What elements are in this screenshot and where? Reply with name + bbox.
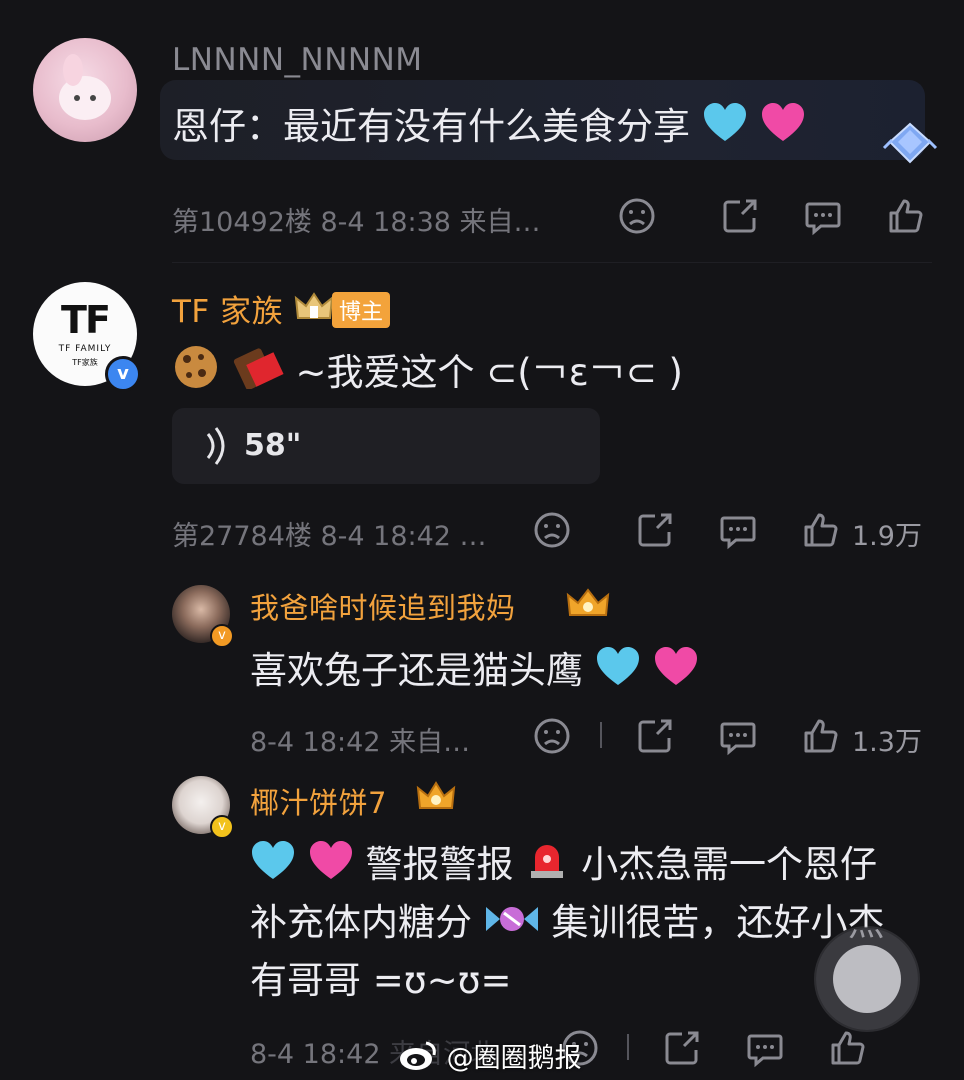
dislike-face-icon[interactable]	[617, 196, 657, 236]
username[interactable]: 椰汁饼饼7	[250, 780, 387, 822]
pink-heart-icon	[761, 103, 804, 141]
voice-duration: 58"	[244, 428, 302, 463]
crown-level-icon	[566, 587, 610, 625]
crown-level-icon	[416, 780, 456, 818]
crown-level-icon	[294, 290, 334, 328]
share-icon[interactable]	[635, 510, 675, 550]
weibo-logo-icon	[400, 1041, 436, 1070]
comment-text: ~我爱这个 ⊂(￢ε￢⊂ )	[172, 342, 683, 396]
share-icon[interactable]	[635, 716, 675, 756]
comment-icon[interactable]	[803, 196, 843, 236]
dislike-face-icon[interactable]	[532, 510, 572, 550]
blue-heart-icon	[596, 647, 639, 685]
dislike-face-icon[interactable]	[532, 716, 572, 756]
comment-meta: 第10492楼 8-4 18:38 来自…	[172, 207, 541, 238]
voice-message[interactable]: 58"	[172, 408, 600, 484]
verified-blue-icon: v	[105, 356, 141, 392]
like-thumb-icon[interactable]	[828, 1028, 868, 1068]
cookie-emoji-icon	[175, 346, 217, 388]
like-thumb-icon[interactable]	[801, 510, 841, 550]
comment-icon[interactable]	[745, 1028, 785, 1068]
username[interactable]: 我爸啥时候追到我妈	[250, 585, 516, 627]
verified-orange-icon: v	[210, 624, 234, 648]
like-count: 1.9万	[852, 521, 922, 552]
reply-text: 喜欢兔子还是猫头鹰	[250, 640, 699, 694]
blue-heart-icon	[252, 841, 294, 879]
blogger-badge: 博主	[332, 292, 391, 328]
comment-icon[interactable]	[718, 510, 758, 550]
share-icon[interactable]	[662, 1028, 702, 1068]
avatar-illustration	[59, 54, 111, 120]
watermark: @圈圈鹅报	[398, 1036, 582, 1075]
like-thumb-icon[interactable]	[886, 196, 926, 236]
share-icon[interactable]	[720, 196, 760, 236]
diamond-badge-icon	[880, 118, 940, 172]
reply-text-line-2: 补充体内糖分 集训很苦，还好小杰	[250, 901, 885, 944]
avatar-logo-sub: TF FAMILY	[58, 344, 112, 354]
divider	[627, 1034, 629, 1060]
blue-heart-icon	[703, 103, 746, 141]
avatar-logo-text: TF	[61, 298, 111, 342]
reply-text-line-1: 警报警报 小杰急需一个恩仔	[250, 834, 877, 888]
pink-heart-icon	[309, 841, 352, 879]
divider	[172, 262, 932, 263]
username[interactable]: LNNNN_NNNNM	[172, 42, 423, 78]
reply-text-line-3: 有哥哥 =ʊ~ʊ=	[250, 959, 512, 1002]
siren-emoji-icon	[531, 845, 564, 878]
divider	[600, 722, 602, 748]
like-thumb-icon[interactable]	[801, 716, 841, 756]
candy-emoji-icon	[485, 907, 538, 931]
chocolate-emoji-icon	[233, 348, 284, 389]
floating-button-core	[833, 945, 901, 1013]
audio-wave-icon	[204, 426, 228, 470]
reply-meta: 8-4 18:42 来自…	[250, 727, 471, 758]
username[interactable]: TF 家族	[172, 286, 283, 331]
pink-heart-icon	[654, 647, 697, 685]
comment-meta: 第27784楼 8-4 18:42 …	[172, 521, 487, 552]
floating-assistive-button[interactable]	[816, 928, 918, 1030]
comment-text: 恩仔：最近有没有什么美食分享	[172, 96, 806, 150]
verified-orange-icon: v	[210, 815, 234, 839]
avatar[interactable]	[33, 38, 137, 142]
comment-icon[interactable]	[718, 716, 758, 756]
like-count: 1.3万	[852, 727, 922, 758]
